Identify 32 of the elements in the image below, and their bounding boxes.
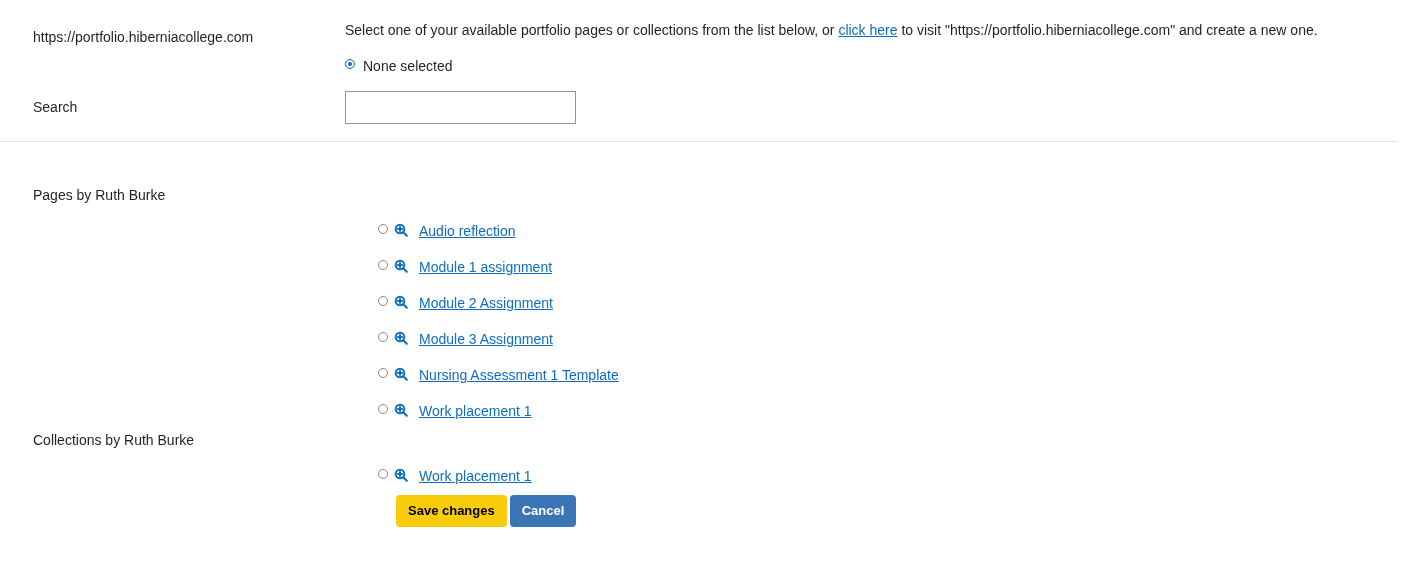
portfolio-link[interactable]: Module 2 Assignment <box>419 293 553 314</box>
zoom-in-icon[interactable] <box>394 403 408 417</box>
radio-button[interactable] <box>378 296 388 306</box>
portfolio-link[interactable]: Module 1 assignment <box>419 257 553 278</box>
zoom-in-icon[interactable] <box>394 331 408 345</box>
zoom-in-icon[interactable] <box>394 259 408 273</box>
radio-button[interactable] <box>378 368 388 378</box>
radio-button[interactable] <box>345 59 355 69</box>
radio-button[interactable] <box>378 469 388 479</box>
portfolio-link[interactable]: Nursing Assessment 1 Template <box>419 365 619 386</box>
group-heading: Collections by Ruth Burke <box>33 432 195 448</box>
instructions-text: Select one of your available portfolio pages or collections from the list below, or click here to visit "https://portfolio.hiberniacollege.com" and create a new one. <box>345 21 1319 40</box>
radio-button[interactable] <box>378 404 388 414</box>
zoom-in-icon[interactable] <box>394 367 408 381</box>
search-label: Search <box>33 99 78 115</box>
radio-button[interactable] <box>378 224 388 234</box>
radio-button[interactable] <box>378 260 388 270</box>
portfolio-link[interactable]: Work placement 1 <box>419 466 532 487</box>
group-heading: Pages by Ruth Burke <box>33 187 166 203</box>
click-here-link[interactable]: click here <box>838 22 898 38</box>
zoom-in-icon[interactable] <box>394 295 408 309</box>
zoom-in-icon[interactable] <box>394 468 408 482</box>
zoom-in-icon[interactable] <box>394 223 408 237</box>
save-button[interactable]: Save changes <box>396 495 507 527</box>
cancel-button[interactable]: Cancel <box>509 495 577 527</box>
portfolio-link[interactable]: Audio reflection <box>419 221 516 242</box>
search-field[interactable] <box>345 91 576 124</box>
portfolio-url: https://portfolio.hiberniacollege.com <box>33 29 254 45</box>
portfolio-link[interactable]: Work placement 1 <box>419 401 532 422</box>
portfolio-link[interactable]: Module 3 Assignment <box>419 329 553 350</box>
radio-label: None selected <box>363 57 453 76</box>
radio-button[interactable] <box>378 332 388 342</box>
